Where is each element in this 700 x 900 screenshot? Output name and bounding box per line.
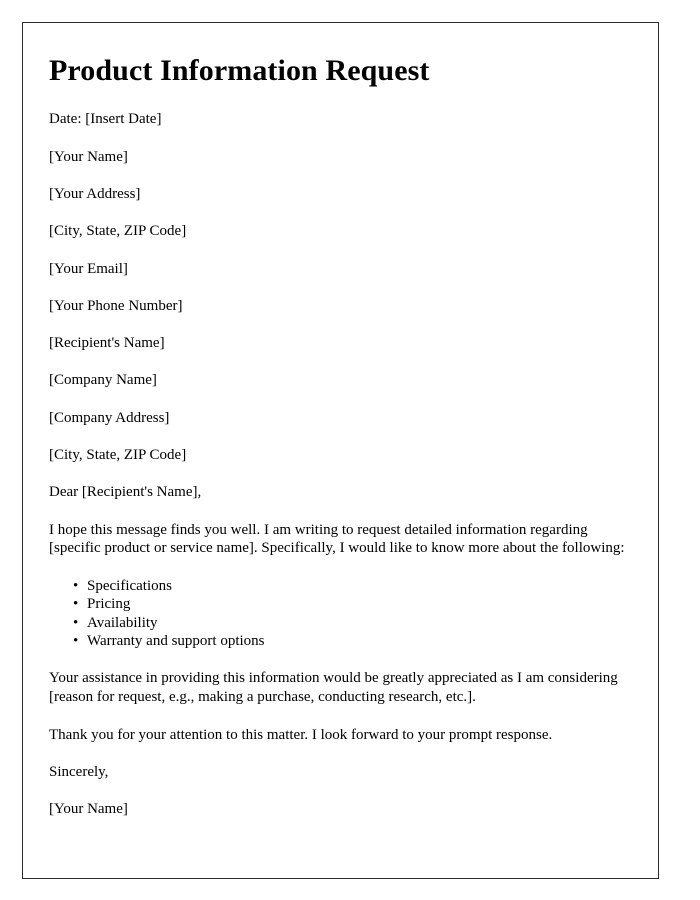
sender-email-line: [Your Email]: [49, 260, 128, 277]
sender-address-line: [Your Address]: [49, 185, 141, 202]
document-content: Product Information Request Date: [Inser…: [49, 53, 627, 838]
assistance-paragraph: Your assistance in providing this inform…: [49, 670, 618, 706]
thanks-paragraph: Thank you for your attention to this mat…: [49, 726, 553, 743]
recipient-name-line: [Recipient's Name]: [49, 335, 165, 352]
list-item: Availability: [73, 614, 627, 633]
closing-line: Sincerely,: [49, 764, 109, 781]
page-title: Product Information Request: [49, 54, 430, 87]
list-item: Pricing: [73, 595, 627, 614]
recipient-company-address-line: [Company Address]: [49, 409, 170, 426]
salutation: Dear [Recipient's Name],: [49, 484, 202, 501]
sender-city-state-zip-line: [City, State, ZIP Code]: [49, 223, 187, 240]
recipient-city-state-zip-line: [City, State, ZIP Code]: [49, 447, 187, 464]
signature-name-line: [Your Name]: [49, 801, 128, 818]
document-page-frame: Product Information Request Date: [Inser…: [22, 22, 659, 879]
request-items-list: Specifications Pricing Availability Warr…: [49, 577, 627, 650]
sender-name-line: [Your Name]: [49, 148, 128, 165]
list-item: Specifications: [73, 577, 627, 596]
intro-paragraph: I hope this message finds you well. I am…: [49, 521, 625, 557]
list-item: Warranty and support options: [73, 632, 627, 651]
sender-phone-line: [Your Phone Number]: [49, 297, 183, 314]
recipient-company-line: [Company Name]: [49, 372, 157, 389]
date-line: Date: [Insert Date]: [49, 111, 162, 128]
